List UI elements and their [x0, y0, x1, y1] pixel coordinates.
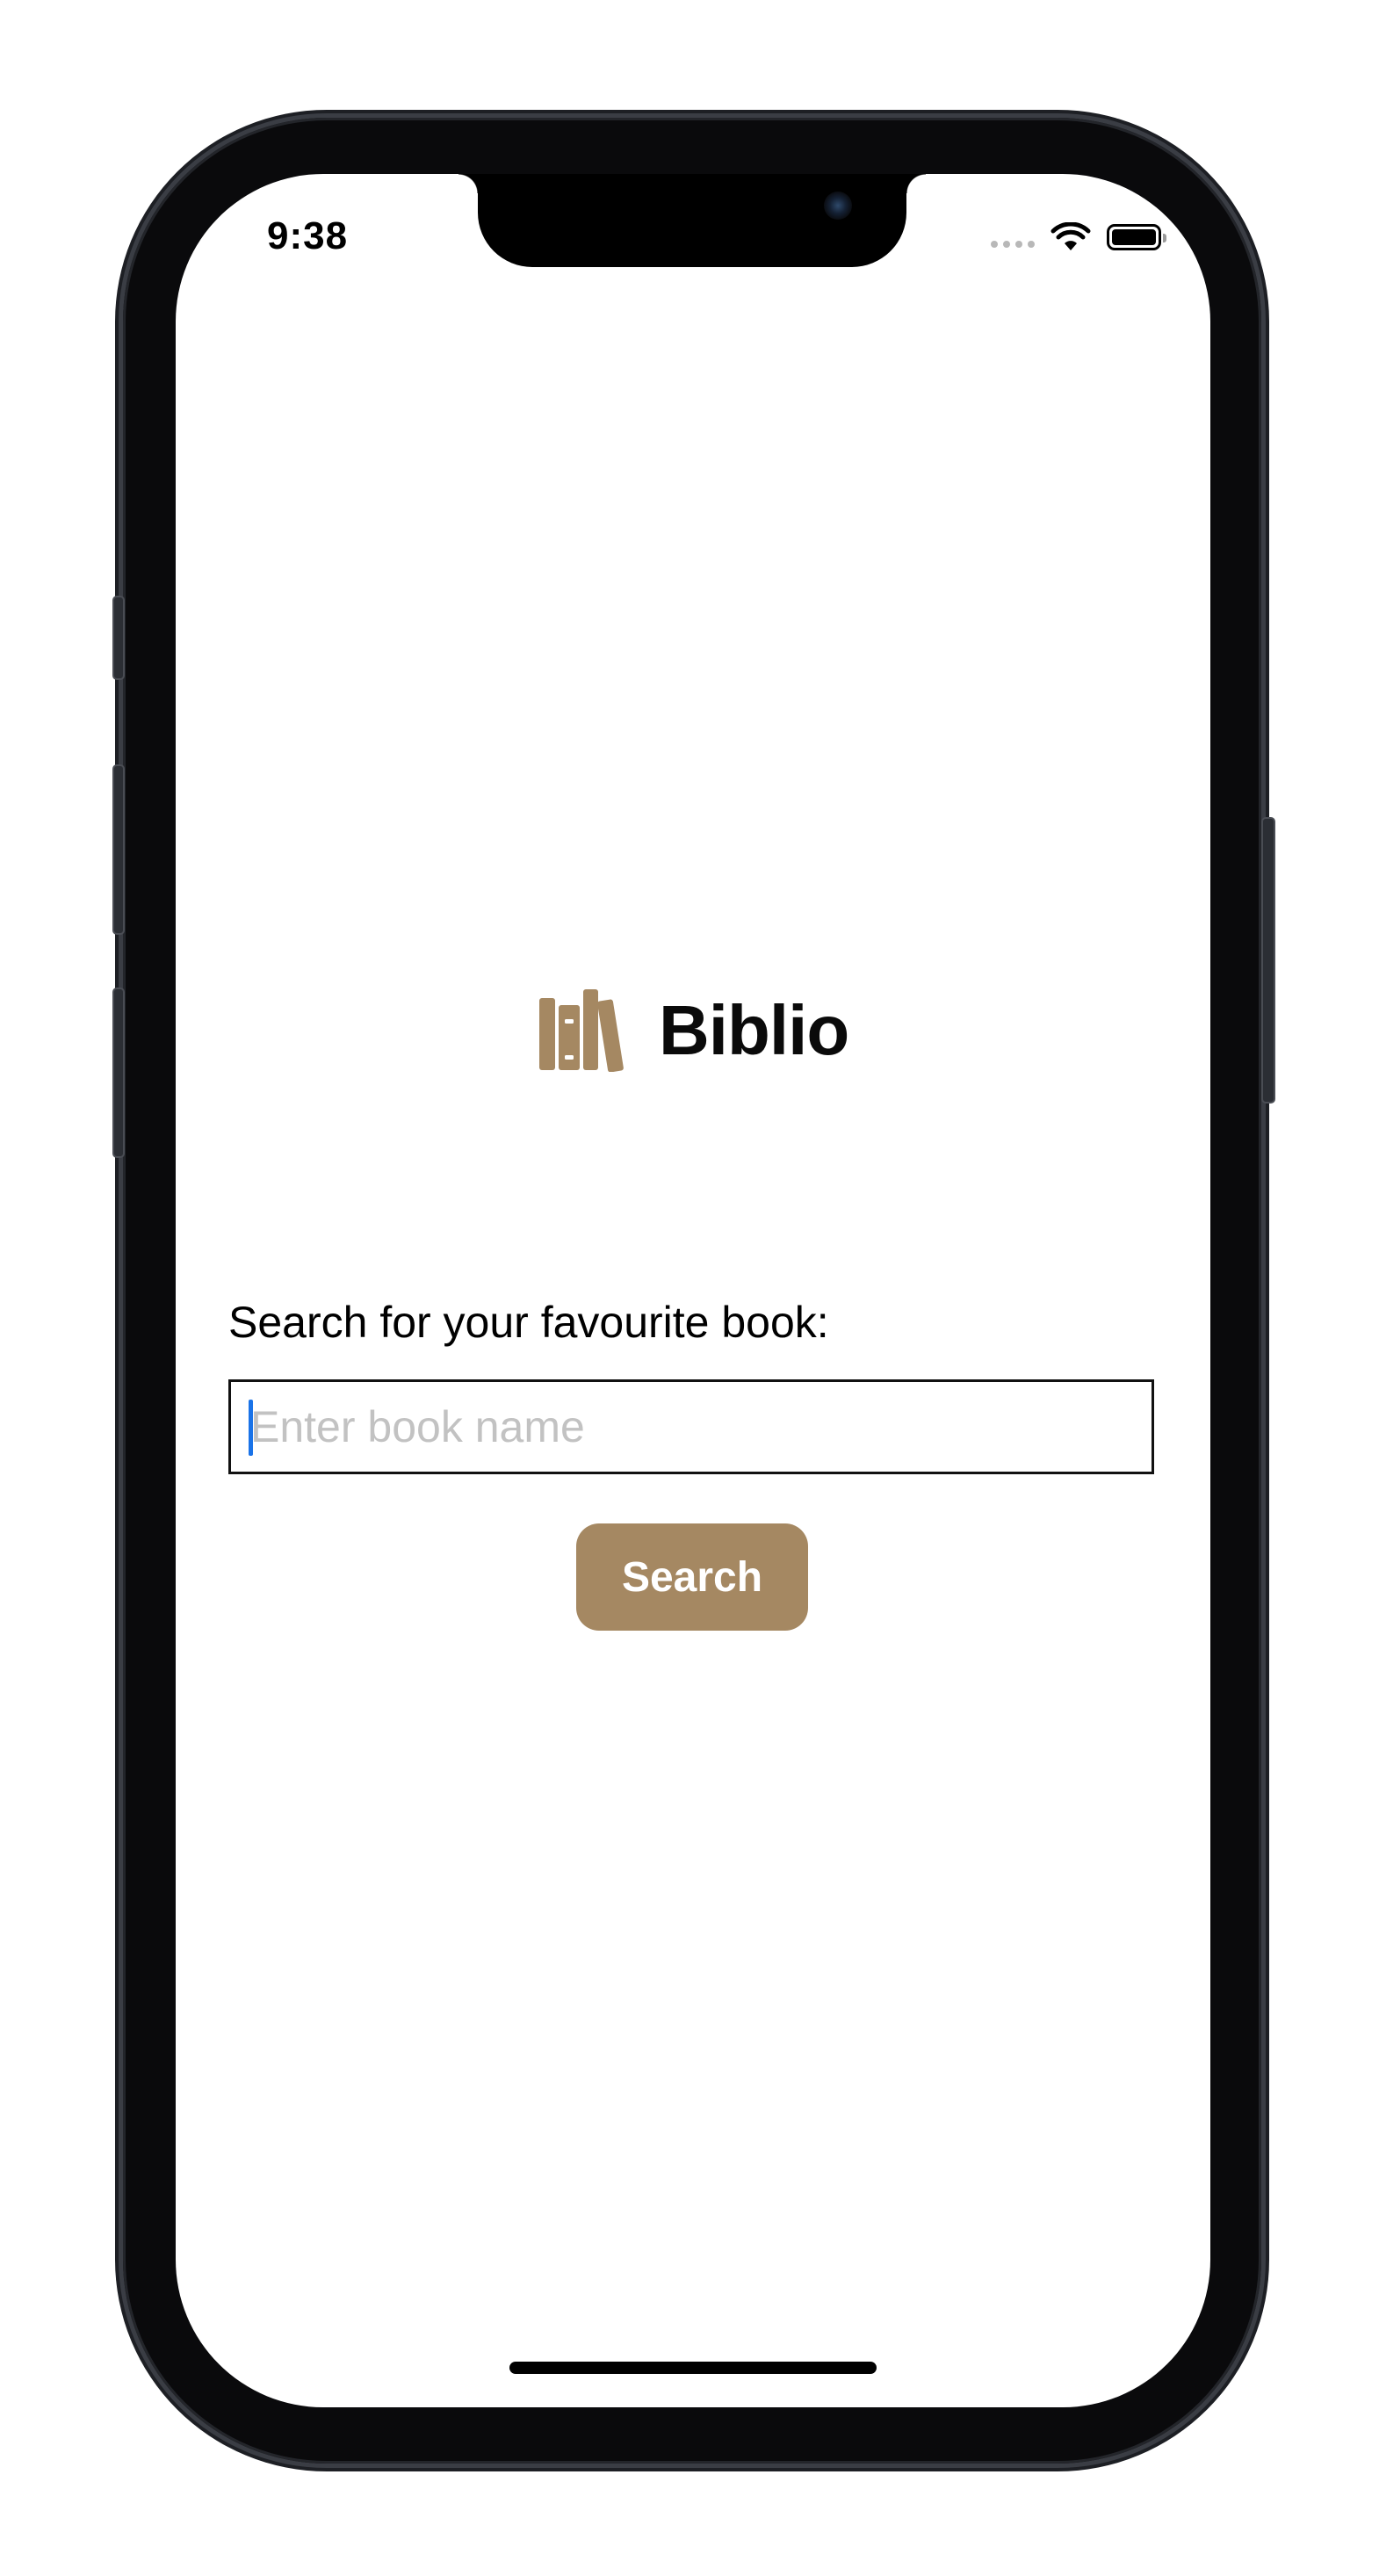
search-label: Search for your favourite book:	[228, 1298, 829, 1347]
wifi-icon	[1050, 222, 1091, 250]
silent-switch	[112, 596, 125, 680]
front-camera	[824, 192, 852, 220]
status-time: 9:38	[267, 214, 349, 257]
battery-icon	[1107, 224, 1166, 250]
text-cursor	[249, 1400, 253, 1456]
cellular-signal-icon	[991, 241, 1035, 248]
power-button	[1261, 817, 1275, 1103]
home-indicator[interactable]	[509, 2362, 877, 2374]
app-title: Biblio	[659, 991, 849, 1069]
brand-header: Biblio	[539, 989, 849, 1072]
search-input[interactable]	[231, 1382, 1152, 1472]
notch	[458, 174, 926, 267]
status-icons	[991, 220, 1166, 255]
volume-down-button	[112, 988, 125, 1158]
search-field[interactable]	[228, 1379, 1154, 1474]
volume-up-button	[112, 764, 125, 935]
search-button[interactable]: Search	[576, 1523, 808, 1631]
screen: 9:38 Biblio Search for your favourite bo…	[176, 174, 1210, 2407]
books-icon	[539, 989, 624, 1072]
